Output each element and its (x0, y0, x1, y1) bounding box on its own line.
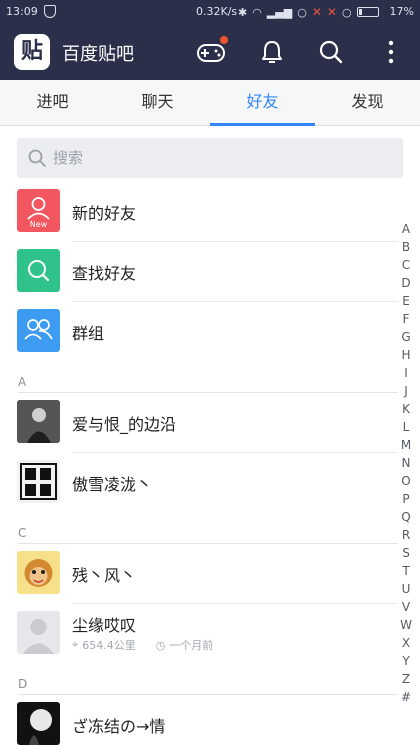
index-letter[interactable]: B (396, 238, 416, 256)
network-speed: 0.32K/s (196, 5, 238, 18)
new-friends-label: 新的好友 (72, 204, 137, 223)
tab-discover[interactable]: 发现 (315, 80, 420, 125)
index-letter[interactable]: U (396, 580, 416, 598)
index-letter[interactable]: K (396, 400, 416, 418)
sim-x-icon: ✕ (326, 5, 337, 19)
notification-dot (220, 36, 228, 44)
avatar (17, 400, 60, 443)
battery-icon (356, 7, 379, 17)
no-signal-icon: ○ (297, 5, 307, 19)
system-icons: ✱ ◠ ▂▄▆ ○ ✕ ✕ ○ (238, 3, 379, 21)
section-letter: C (18, 526, 27, 540)
index-letter[interactable]: N (396, 454, 416, 472)
section-header-c: C (0, 513, 398, 544)
status-bar: 13:09 0.32K/s ✱ ◠ ▂▄▆ ○ ✕ ✕ ○ 17% (0, 0, 420, 24)
search-icon (319, 40, 343, 64)
bluetooth-icon: ✱ (238, 5, 248, 19)
contact-name: ざ冻结の→情 (72, 717, 166, 736)
find-friends-item[interactable]: 查找好友 (0, 242, 398, 302)
app-title: 百度贴吧 (62, 44, 134, 65)
search-input[interactable] (53, 138, 383, 178)
index-letter[interactable]: V (396, 598, 416, 616)
section-header-d: D (0, 664, 398, 695)
index-letter[interactable]: S (396, 544, 416, 562)
bell-icon (262, 41, 282, 63)
avatar (17, 551, 60, 594)
contact-row[interactable]: 残丶风丶 (0, 544, 398, 604)
index-letter[interactable]: D (396, 274, 416, 292)
index-letter[interactable]: L (396, 418, 416, 436)
tab-bar: 进吧 聊天 好友 发现 (0, 80, 420, 126)
search-box[interactable] (17, 138, 403, 178)
avatar (17, 611, 60, 654)
index-letter[interactable]: E (396, 292, 416, 310)
friends-list: New 新的好友 查找好友 群组 A 爱与恨_的边沿 傲雪凌泷丶 C 残丶风丶 … (0, 182, 398, 747)
search-button[interactable] (316, 37, 346, 67)
contact-name: 尘缘哎叹 (72, 616, 137, 635)
index-letter[interactable]: Y (396, 652, 416, 670)
contact-name: 爱与恨_的边沿 (72, 415, 177, 434)
index-letter[interactable]: # (396, 688, 416, 706)
game-button[interactable] (196, 36, 228, 67)
index-letter[interactable]: G (396, 328, 416, 346)
contact-distance: 654.4公里 (82, 639, 136, 652)
alarm-icon: ○ (341, 5, 352, 19)
contact-name: 傲雪凌泷丶 (72, 475, 153, 494)
index-letter[interactable]: J (396, 382, 416, 400)
svg-text:New: New (30, 220, 48, 229)
index-letter[interactable]: M (396, 436, 416, 454)
sim-x-icon: ✕ (311, 5, 322, 19)
contact-name: 残丶风丶 (72, 566, 137, 585)
tab-friends[interactable]: 好友 (210, 80, 315, 126)
more-vertical-icon (388, 40, 394, 64)
index-letter[interactable]: Z (396, 670, 416, 688)
index-letter[interactable]: I (396, 364, 416, 382)
contact-last-active: 一个月前 (169, 639, 214, 652)
app-logo: 贴 (14, 34, 50, 70)
new-friend-icon: New (17, 189, 60, 232)
index-letter[interactable]: P (396, 490, 416, 508)
find-friend-icon (17, 249, 60, 292)
section-letter: A (18, 375, 27, 389)
index-letter[interactable]: H (396, 346, 416, 364)
index-letter[interactable]: T (396, 562, 416, 580)
alphabet-index[interactable]: A B C D E F G H I J K L M N O P Q R S T … (396, 220, 416, 706)
groups-label: 群组 (72, 324, 105, 343)
section-header-a: A (0, 362, 398, 393)
index-letter[interactable]: A (396, 220, 416, 238)
shield-icon (44, 5, 56, 18)
contact-meta: ⌖ 654.4公里 ◷ 一个月前 (72, 637, 213, 653)
clock-icon: ◷ (155, 638, 166, 652)
status-time: 13:09 (6, 5, 38, 18)
search-icon (28, 149, 46, 167)
index-letter[interactable]: X (396, 634, 416, 652)
avatar (17, 460, 60, 503)
more-button[interactable] (376, 37, 406, 67)
index-letter[interactable]: C (396, 256, 416, 274)
notifications-button[interactable] (257, 37, 287, 67)
new-friends-item[interactable]: New 新的好友 (0, 182, 398, 242)
contact-row[interactable]: 傲雪凌泷丶 (0, 453, 398, 513)
index-letter[interactable]: F (396, 310, 416, 328)
tab-chat[interactable]: 聊天 (105, 80, 210, 125)
groups-item[interactable]: 群组 (0, 302, 398, 362)
tab-jinba[interactable]: 进吧 (0, 80, 105, 125)
group-icon (17, 309, 60, 352)
index-letter[interactable]: W (396, 616, 416, 634)
app-bar: 贴 百度贴吧 (0, 24, 420, 80)
contact-row[interactable]: ざ冻结の→情 (0, 695, 398, 747)
avatar (17, 702, 60, 745)
index-letter[interactable]: R (396, 526, 416, 544)
wifi-icon: ◠ (252, 5, 262, 19)
contact-row[interactable]: 爱与恨_的边沿 (0, 393, 398, 453)
contact-row[interactable]: 尘缘哎叹 ⌖ 654.4公里 ◷ 一个月前 (0, 604, 398, 664)
battery-percent: 17% (389, 5, 414, 18)
find-friends-label: 查找好友 (72, 264, 137, 283)
section-letter: D (18, 677, 28, 691)
index-letter[interactable]: O (396, 472, 416, 490)
signal-icon: ▂▄▆ (266, 5, 293, 19)
location-icon: ⌖ (72, 638, 79, 651)
index-letter[interactable]: Q (396, 508, 416, 526)
